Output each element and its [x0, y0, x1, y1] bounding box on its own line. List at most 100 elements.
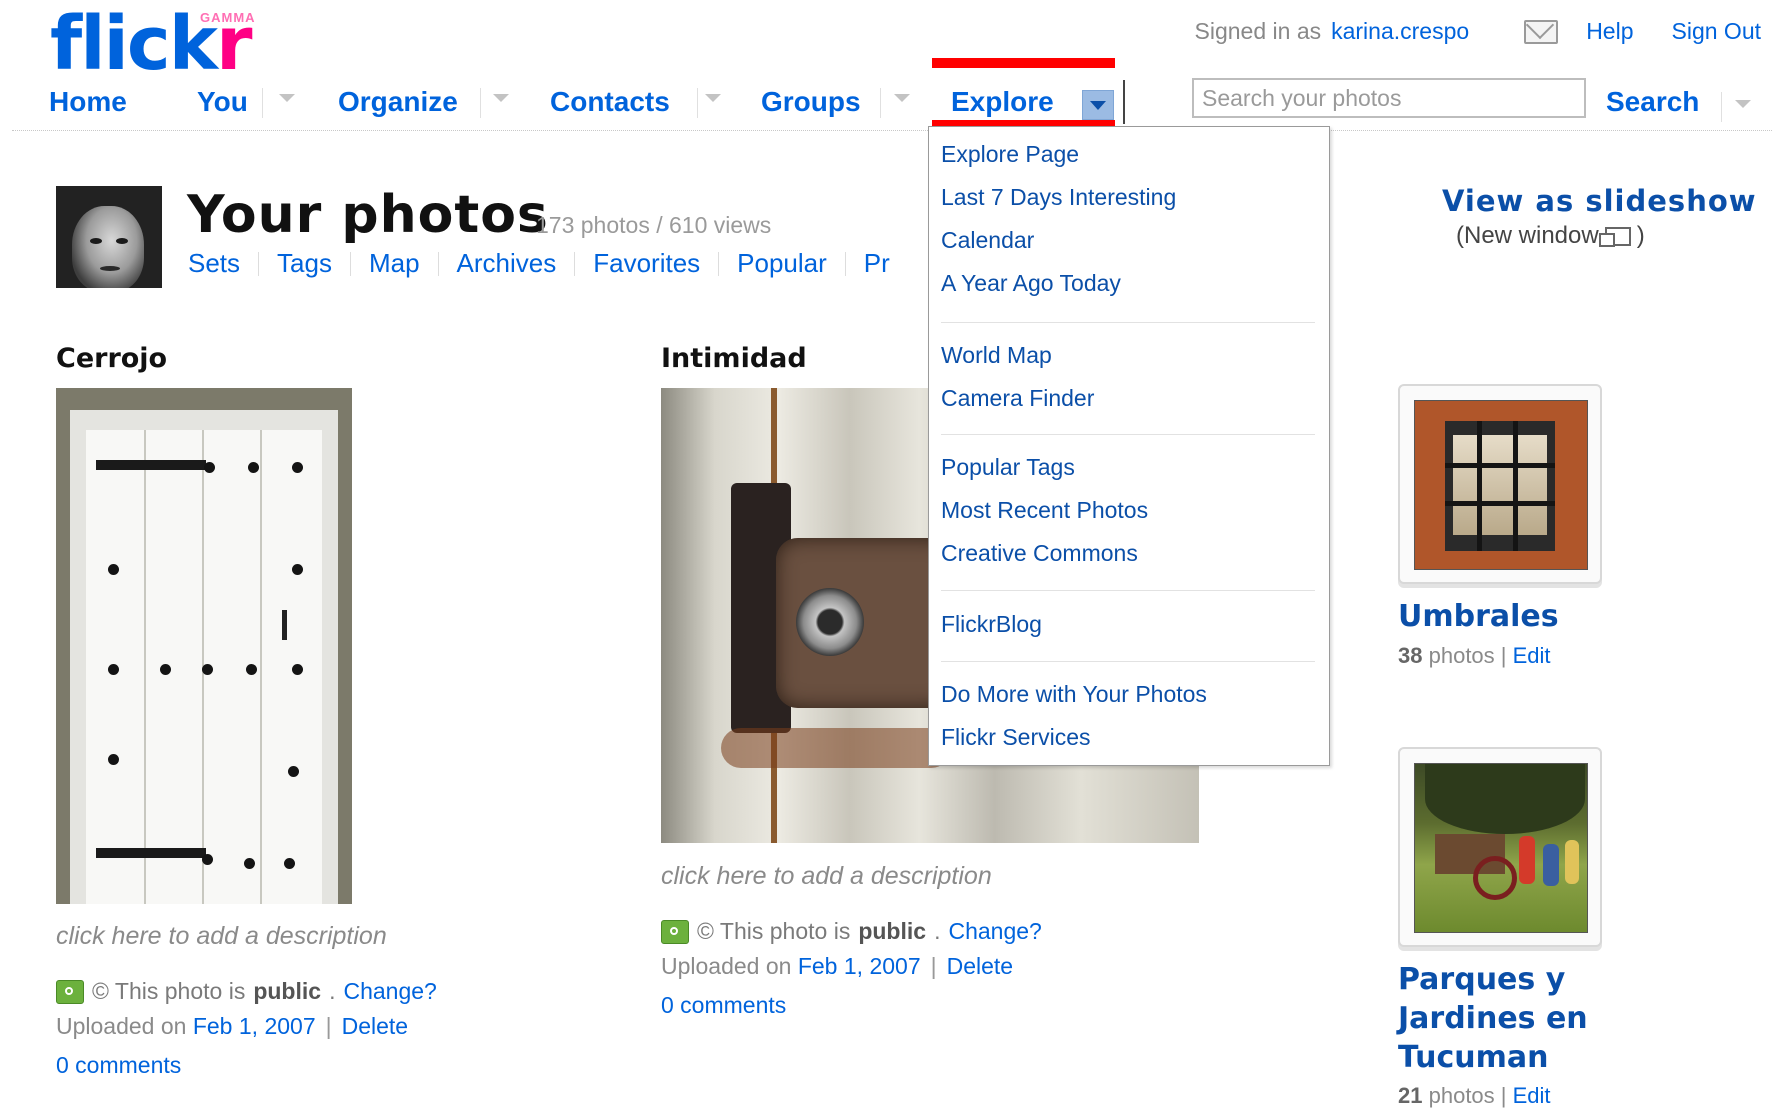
- menu-item-most-recent[interactable]: Most Recent Photos: [941, 497, 1148, 524]
- set-title-line: Tucuman: [1398, 1040, 1549, 1075]
- subnav-map[interactable]: Map: [369, 248, 420, 279]
- privacy-text: © This photo is: [92, 978, 246, 1004]
- search-dropdown-icon[interactable]: [1735, 100, 1751, 108]
- comments-link[interactable]: 0 comments: [661, 992, 786, 1019]
- mail-icon[interactable]: [1524, 19, 1559, 44]
- photo-stats: 173 photos / 610 views: [536, 212, 772, 238]
- contacts-dropdown-icon[interactable]: [705, 94, 721, 102]
- menu-item-creative-commons[interactable]: Creative Commons: [941, 540, 1138, 567]
- organize-dropdown-icon[interactable]: [493, 94, 509, 102]
- search-button[interactable]: Search: [1606, 86, 1699, 118]
- help-link[interactable]: Help: [1586, 18, 1633, 45]
- logo-text: flick: [50, 1, 218, 87]
- new-window-text: (New window: [1456, 222, 1599, 249]
- set-title[interactable]: Parques y Jardines en Tucuman: [1398, 960, 1588, 1077]
- avatar[interactable]: [56, 186, 162, 288]
- nav-explore[interactable]: Explore: [951, 86, 1054, 118]
- menu-item-popular-tags[interactable]: Popular Tags: [941, 454, 1075, 481]
- menu-item-flickrblog[interactable]: FlickrBlog: [941, 611, 1042, 638]
- signed-in-label: Signed in as: [1194, 18, 1322, 44]
- nav-groups[interactable]: Groups: [761, 86, 861, 118]
- menu-item-last-7-days[interactable]: Last 7 Days Interesting: [941, 184, 1176, 211]
- explore-dropdown-icon[interactable]: [1082, 90, 1114, 120]
- menu-item-flickr-services[interactable]: Flickr Services: [941, 724, 1091, 751]
- subnav-tags[interactable]: Tags: [277, 248, 332, 279]
- change-privacy-link[interactable]: Change?: [948, 918, 1041, 945]
- change-privacy-link[interactable]: Change?: [343, 978, 436, 1005]
- photo-description[interactable]: click here to add a description: [661, 862, 992, 891]
- menu-item-calendar[interactable]: Calendar: [941, 227, 1034, 254]
- subnav-sets[interactable]: Sets: [188, 248, 240, 279]
- photo-title[interactable]: Cerrojo: [56, 343, 167, 374]
- privacy-row: © This photo is public. Change?: [56, 978, 437, 1005]
- set-meta: 21 photos | Edit: [1398, 1083, 1551, 1109]
- nav-divider: [880, 88, 881, 118]
- set-title[interactable]: Umbrales: [1398, 597, 1559, 636]
- upload-info: Uploaded on Feb 1, 2007 | Delete: [661, 953, 1014, 979]
- set-meta: 38 photos | Edit: [1398, 643, 1551, 669]
- menu-item-do-more[interactable]: Do More with Your Photos: [941, 681, 1207, 708]
- photo-thumbnail[interactable]: [56, 388, 352, 904]
- nav-you[interactable]: You: [197, 86, 248, 118]
- public-icon: [661, 919, 689, 944]
- set-title-line: Parques y: [1398, 962, 1566, 997]
- explore-dropdown-menu: Explore Page Last 7 Days Interesting Cal…: [928, 126, 1330, 766]
- upload-date-link[interactable]: Feb 1, 2007: [798, 953, 921, 979]
- menu-divider: [941, 661, 1315, 662]
- menu-item-world-map[interactable]: World Map: [941, 342, 1052, 369]
- menu-divider: [941, 590, 1315, 591]
- delete-link[interactable]: Delete: [947, 953, 1013, 979]
- nav-divider-line: [12, 130, 1772, 131]
- menu-item-year-ago-today[interactable]: A Year Ago Today: [941, 270, 1121, 297]
- photo-title[interactable]: Intimidad: [661, 343, 807, 374]
- subnav-popular[interactable]: Popular: [737, 248, 827, 279]
- subnav-favorites[interactable]: Favorites: [593, 248, 700, 279]
- menu-item-explore-page[interactable]: Explore Page: [941, 141, 1079, 168]
- set-thumbnail[interactable]: [1398, 384, 1602, 584]
- nav-divider: [1721, 92, 1722, 122]
- slideshow-link[interactable]: View as slideshow: [1442, 184, 1757, 218]
- page-title: Your photos: [187, 185, 549, 245]
- photo-description[interactable]: click here to add a description: [56, 922, 387, 951]
- delete-link[interactable]: Delete: [342, 1013, 408, 1039]
- set-photo-count: 38: [1398, 643, 1423, 668]
- privacy-row: © This photo is public. Change?: [661, 918, 1042, 945]
- comments-link[interactable]: 0 comments: [56, 1052, 181, 1079]
- search-input[interactable]: [1192, 78, 1586, 118]
- set-title-line: Jardines en: [1398, 1001, 1588, 1036]
- you-dropdown-icon[interactable]: [279, 94, 295, 102]
- subnav-archives[interactable]: Archives: [457, 248, 557, 279]
- nav-divider: [697, 88, 698, 118]
- nav-divider: [480, 88, 481, 118]
- groups-dropdown-icon[interactable]: [894, 94, 910, 102]
- nav-organize[interactable]: Organize: [338, 86, 458, 118]
- nav-home[interactable]: Home: [49, 86, 127, 118]
- menu-divider: [941, 434, 1315, 435]
- photostream-subnav: Sets Tags Map Archives Favorites Popular…: [188, 248, 890, 279]
- menu-item-camera-finder[interactable]: Camera Finder: [941, 385, 1094, 412]
- new-window-note[interactable]: (New window ): [1456, 222, 1645, 250]
- sign-out-link[interactable]: Sign Out: [1672, 18, 1762, 45]
- uploaded-label: Uploaded on: [56, 1013, 187, 1039]
- upload-date-link[interactable]: Feb 1, 2007: [193, 1013, 316, 1039]
- set-edit-link[interactable]: Edit: [1513, 643, 1551, 668]
- set-thumbnail[interactable]: [1398, 747, 1602, 947]
- privacy-text: © This photo is: [697, 918, 851, 944]
- set-photo-count: 21: [1398, 1083, 1423, 1108]
- uploaded-label: Uploaded on: [661, 953, 792, 979]
- logo-badge: GAMMA: [200, 10, 256, 25]
- nav-divider: [262, 88, 263, 118]
- subnav-profile[interactable]: Pr: [864, 248, 890, 279]
- public-icon: [56, 979, 84, 1004]
- highlight-bar-top: [932, 58, 1115, 68]
- upload-info: Uploaded on Feb 1, 2007 | Delete: [56, 1013, 409, 1039]
- new-window-icon: [1598, 226, 1631, 247]
- set-edit-link[interactable]: Edit: [1513, 1083, 1551, 1108]
- username-link[interactable]: karina.crespo: [1331, 18, 1469, 45]
- new-window-text-close: ): [1636, 222, 1645, 249]
- menu-divider: [941, 322, 1315, 323]
- privacy-value: public: [858, 918, 927, 944]
- set-count-label: photos |: [1428, 1083, 1507, 1108]
- set-count-label: photos |: [1428, 643, 1507, 668]
- nav-contacts[interactable]: Contacts: [550, 86, 670, 118]
